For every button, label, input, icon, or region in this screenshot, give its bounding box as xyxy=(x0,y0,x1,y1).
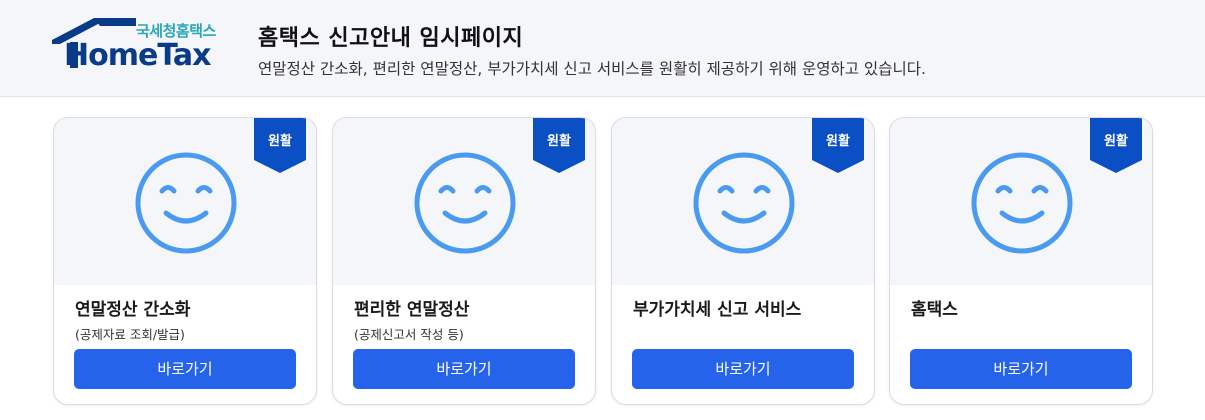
card-title: 홈택스 xyxy=(911,300,958,320)
go-button[interactable]: 바로가기 xyxy=(632,349,854,389)
page-title: 홈택스 신고안내 임시페이지 xyxy=(258,26,524,51)
go-button[interactable]: 바로가기 xyxy=(74,349,296,389)
smile-icon xyxy=(971,152,1073,254)
status-badge: 원활 xyxy=(533,118,585,173)
card-description: (공제자료 조회/발급) xyxy=(75,327,185,342)
go-button[interactable]: 바로가기 xyxy=(353,349,575,389)
card-title: 부가가치세 신고 서비스 xyxy=(633,300,802,320)
status-badge: 원활 xyxy=(254,118,306,173)
smile-icon xyxy=(135,152,237,254)
logo-wordmark: HomeTax xyxy=(64,38,212,73)
go-button[interactable]: 바로가기 xyxy=(910,349,1132,389)
page-subtitle: 연말정산 간소화, 편리한 연말정산, 부가가치세 신고 서비스를 원활히 제공… xyxy=(258,60,926,78)
service-card-hometax: 원활 홈택스 바로가기 xyxy=(889,117,1153,405)
smile-icon xyxy=(414,152,516,254)
status-badge: 원활 xyxy=(1090,118,1142,173)
card-title: 연말정산 간소화 xyxy=(75,300,191,320)
card-title: 편리한 연말정산 xyxy=(354,300,470,320)
service-card-yearend-simple: 원활 연말정산 간소화 (공제자료 조회/발급) 바로가기 xyxy=(53,117,317,405)
hometax-logo[interactable]: 국세청홈택스 HomeTax xyxy=(50,16,222,74)
page-header: 국세청홈택스 HomeTax 홈택스 신고안내 임시페이지 연말정산 간소화, … xyxy=(0,0,1205,97)
service-card-yearend-easy: 원활 편리한 연말정산 (공제신고서 작성 등) 바로가기 xyxy=(332,117,596,405)
service-card-vat: 원활 부가가치세 신고 서비스 바로가기 xyxy=(611,117,875,405)
smile-icon xyxy=(693,152,795,254)
status-badge: 원활 xyxy=(812,118,864,173)
card-description: (공제신고서 작성 등) xyxy=(354,327,464,342)
